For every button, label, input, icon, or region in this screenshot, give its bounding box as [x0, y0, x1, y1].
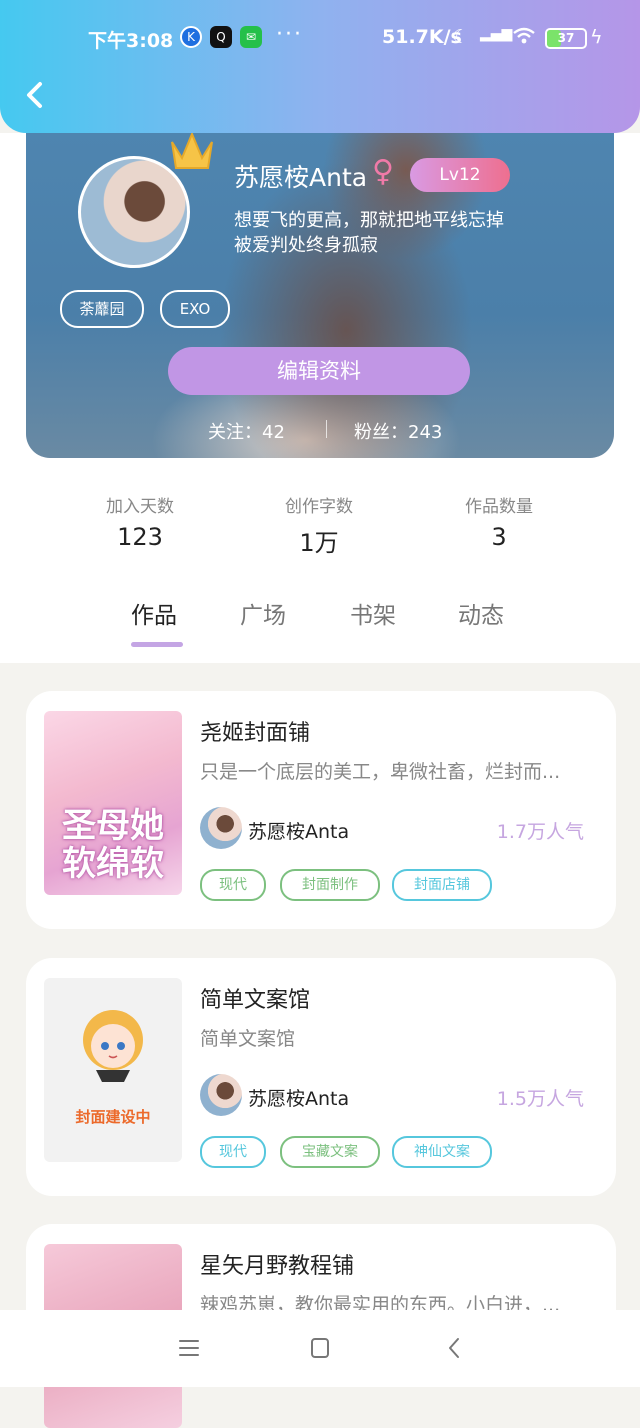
stat-works-count: 作品数量 3: [419, 492, 579, 551]
work-desc: 简单文案馆: [200, 1028, 296, 1050]
home-icon[interactable]: [305, 1336, 335, 1360]
work-card[interactable]: 圣母她软绵软 尧姬封面铺 只是一个底层的美工，卑微社畜，烂封而... 苏愿桉An…: [26, 691, 616, 929]
cover-placeholder-text: 封面建设中: [75, 1108, 151, 1126]
work-tag[interactable]: 神仙文案: [392, 1136, 492, 1168]
work-title: 星矢月野教程铺: [200, 1254, 355, 1279]
crown-icon: [171, 131, 213, 169]
charging-icon: ϟ: [590, 26, 603, 48]
author-name: 苏愿桉Anta: [248, 821, 350, 843]
back-button[interactable]: [22, 80, 48, 110]
battery-icon: 37: [545, 28, 587, 49]
tab-indicator: [131, 642, 183, 647]
top-header: 下午3:08 K Q ✉ ··· 51.7K/s ☾ ▂▄▆ 37 ϟ: [0, 0, 640, 133]
work-desc: 只是一个底层的美工，卑微社畜，烂封而...: [200, 761, 561, 783]
work-title: 尧姬封面铺: [200, 721, 311, 746]
chibi-illustration-icon: [83, 1010, 143, 1082]
cover-title: 圣母她软绵软: [62, 806, 164, 884]
following-count[interactable]: 关注：42: [208, 418, 285, 444]
k-app-icon: K: [180, 26, 202, 48]
tab-bookshelf[interactable]: 书架: [350, 596, 396, 630]
author-name: 苏愿桉Anta: [248, 1088, 350, 1110]
wifi-icon: [512, 26, 536, 51]
battery-level: 37: [557, 31, 575, 45]
stat-value: 1万: [299, 529, 339, 557]
tab-bar: 作品 广场 书架 动态: [0, 596, 640, 656]
stats-card: 加入天数 123 创作字数 1万 作品数量 3: [50, 440, 588, 582]
back-nav-icon[interactable]: [440, 1336, 470, 1360]
username: 苏愿桉Anta: [234, 163, 368, 192]
author-avatar[interactable]: [200, 807, 242, 849]
level-badge: Lv12: [410, 158, 510, 192]
profile-tag[interactable]: EXO: [160, 290, 230, 328]
stat-label: 作品数量: [465, 497, 533, 517]
female-icon: ♀: [372, 154, 394, 189]
more-dots-icon: ···: [276, 22, 303, 47]
popularity: 1.5万人气: [496, 1088, 584, 1110]
divider: [326, 420, 327, 438]
tab-square[interactable]: 广场: [240, 596, 286, 630]
moon-icon: ☾: [452, 26, 470, 48]
system-nav-bar: [0, 1310, 640, 1387]
work-tag[interactable]: 宝藏文案: [280, 1136, 380, 1168]
profile-tag[interactable]: 荼蘼园: [60, 290, 144, 328]
net-speed: 51.7K/s: [382, 26, 462, 48]
work-tag[interactable]: 现代: [200, 1136, 266, 1168]
stat-value: 3: [491, 523, 507, 551]
popularity: 1.7万人气: [496, 821, 584, 843]
author-avatar[interactable]: [200, 1074, 242, 1116]
status-bar: 下午3:08 K Q ✉ ··· 51.7K/s ☾ ▂▄▆ 37 ϟ: [0, 22, 640, 54]
chevron-left-icon: [27, 82, 42, 108]
tab-activity[interactable]: 动态: [458, 596, 504, 630]
stat-join-days: 加入天数 123: [60, 492, 220, 551]
menu-icon[interactable]: [174, 1336, 204, 1360]
stat-word-count: 创作字数 1万: [239, 492, 399, 558]
work-tag[interactable]: 封面制作: [280, 869, 380, 901]
followers-count[interactable]: 粉丝：243: [354, 418, 442, 444]
work-tag[interactable]: 现代: [200, 869, 266, 901]
bio-line: 被爱判处终身孤寂: [234, 235, 378, 256]
edit-profile-button[interactable]: 编辑资料: [168, 347, 470, 395]
profile-card: 苏愿桉Anta ♀ Lv12 想要飞的更高，那就把地平线忘掉 被爱判处终身孤寂 …: [26, 100, 614, 458]
status-time: 下午3:08: [88, 30, 174, 52]
work-card[interactable]: 封面建设中 简单文案馆 简单文案馆 苏愿桉Anta 1.5万人气 现代 宝藏文案…: [26, 958, 616, 1196]
tab-works[interactable]: 作品: [131, 596, 177, 630]
signal-icon: ▂▄▆: [480, 26, 513, 42]
work-title: 简单文案馆: [200, 988, 311, 1013]
book-cover[interactable]: 封面建设中: [44, 978, 182, 1162]
work-tag[interactable]: 封面店铺: [392, 869, 492, 901]
bio-line: 想要飞的更高，那就把地平线忘掉: [234, 210, 504, 231]
stat-label: 创作字数: [285, 497, 353, 517]
stat-value: 123: [117, 523, 163, 551]
wechat-icon: ✉: [240, 26, 262, 48]
bio: 想要飞的更高，那就把地平线忘掉 被爱判处终身孤寂: [234, 208, 554, 258]
qq-icon: Q: [210, 26, 232, 48]
book-cover[interactable]: 圣母她软绵软: [44, 711, 182, 895]
stat-label: 加入天数: [106, 497, 174, 517]
